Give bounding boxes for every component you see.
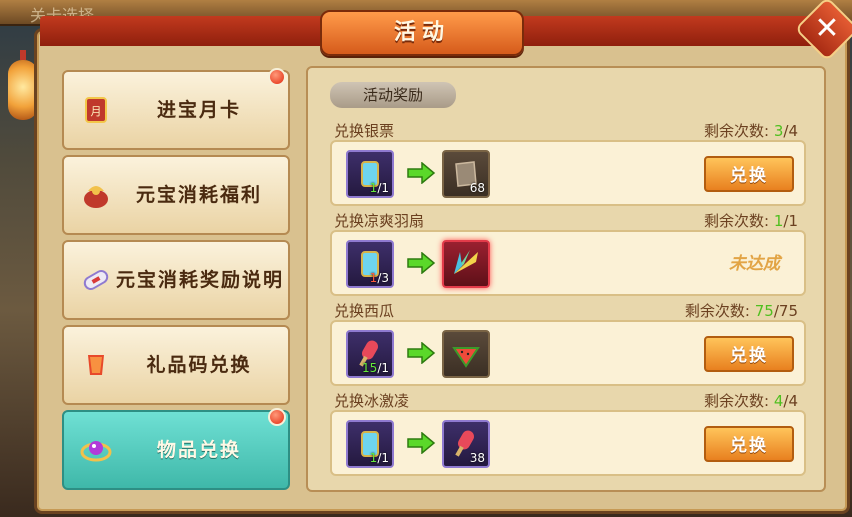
sky-lantern-icon [74,343,118,387]
count-current: 1 [773,212,784,230]
tab-label: 元宝消耗福利 [135,184,262,206]
ice-scroll-icon[interactable]: 1/1 [346,420,394,468]
arrow-right-icon [407,342,436,364]
count-label: 剩余次数: [704,392,770,410]
remaining-count: 剩余次数: 75/75 [685,300,798,321]
remaining-count: 剩余次数: 1/1 [704,210,798,231]
month-card-icon: 月 [74,88,118,132]
count-label: 剩余次数: [704,122,770,140]
scroll-icon [74,258,118,302]
popsicle-icon[interactable]: 15/1 [346,330,394,378]
count-total: /1 [783,212,798,230]
arrow-right-icon [407,162,436,184]
count-current: 75 [754,302,774,320]
section-tag: 活动奖励 [330,82,456,108]
silver-note-icon[interactable]: 68 [442,150,490,198]
remaining-count: 剩余次数: 4/4 [704,390,798,411]
exchange-button[interactable]: 兑换 [704,426,794,462]
panel-title: 活动 [393,20,450,45]
exchange-title: 兑换凉爽羽扇 [334,212,425,230]
item-quantity: 68 [469,181,485,195]
item-quantity: 1/1 [369,181,389,195]
exchange-title: 兑换银票 [334,122,395,140]
tab-label: 物品兑换 [156,439,241,461]
count-current: 3 [773,122,784,140]
jewel-ring-icon [74,428,118,472]
exchange-row: 1/3 未达成 [330,230,806,296]
watermelon-icon[interactable] [442,330,490,378]
exchange-button[interactable]: 兑换 [704,156,794,192]
item-quantity: 15/1 [362,361,389,375]
popsicle-icon[interactable]: 38 [442,420,490,468]
tab-item-exchange[interactable]: 物品兑换 [62,408,290,490]
title-banner: 活动 [320,10,524,56]
count-total: /75 [773,302,798,320]
tab-month-card[interactable]: 月 进宝月卡 [62,68,290,150]
unreached-status: 未达成 [729,254,780,274]
svg-text:月: 月 [91,105,102,118]
exchange-row: 1/1 38 兑换 [330,410,806,476]
close-icon[interactable]: ✕ [806,8,848,50]
tab-label: 进宝月卡 [156,99,241,121]
count-current: 4 [773,392,784,410]
gift-bag-icon [74,173,118,217]
feather-fan-icon[interactable] [442,240,490,288]
exchange-row: 15/1 兑换 [330,320,806,386]
ice-scroll-icon[interactable]: 1/1 [346,150,394,198]
count-total: /4 [783,392,798,410]
notification-dot [268,408,286,426]
item-quantity: 1/1 [369,451,389,465]
item-quantity: 38 [469,451,485,465]
ice-scroll-icon[interactable]: 1/3 [346,240,394,288]
exchange-row: 1/1 68 兑换 [330,140,806,206]
exchange-title: 兑换冰激凌 [334,392,410,410]
tab-gift-code[interactable]: 礼品码兑换 [62,325,290,405]
exchange-button[interactable]: 兑换 [704,336,794,372]
count-label: 剩余次数: [684,302,750,320]
notification-dot [268,68,286,86]
exchange-title: 兑换西瓜 [334,302,395,320]
tab-yuanbao-welfare[interactable]: 元宝消耗福利 [62,155,290,235]
item-quantity: 1/3 [369,271,389,285]
tab-label: 元宝消耗奖励说明 [116,269,285,291]
arrow-right-icon [407,252,436,274]
count-total: /4 [783,122,798,140]
count-label: 剩余次数: [704,212,770,230]
tab-yuanbao-reward-info[interactable]: 元宝消耗奖励说明 [62,240,290,320]
tab-label: 礼品码兑换 [146,354,252,376]
remaining-count: 剩余次数: 3/4 [704,120,798,141]
arrow-right-icon [407,432,436,454]
